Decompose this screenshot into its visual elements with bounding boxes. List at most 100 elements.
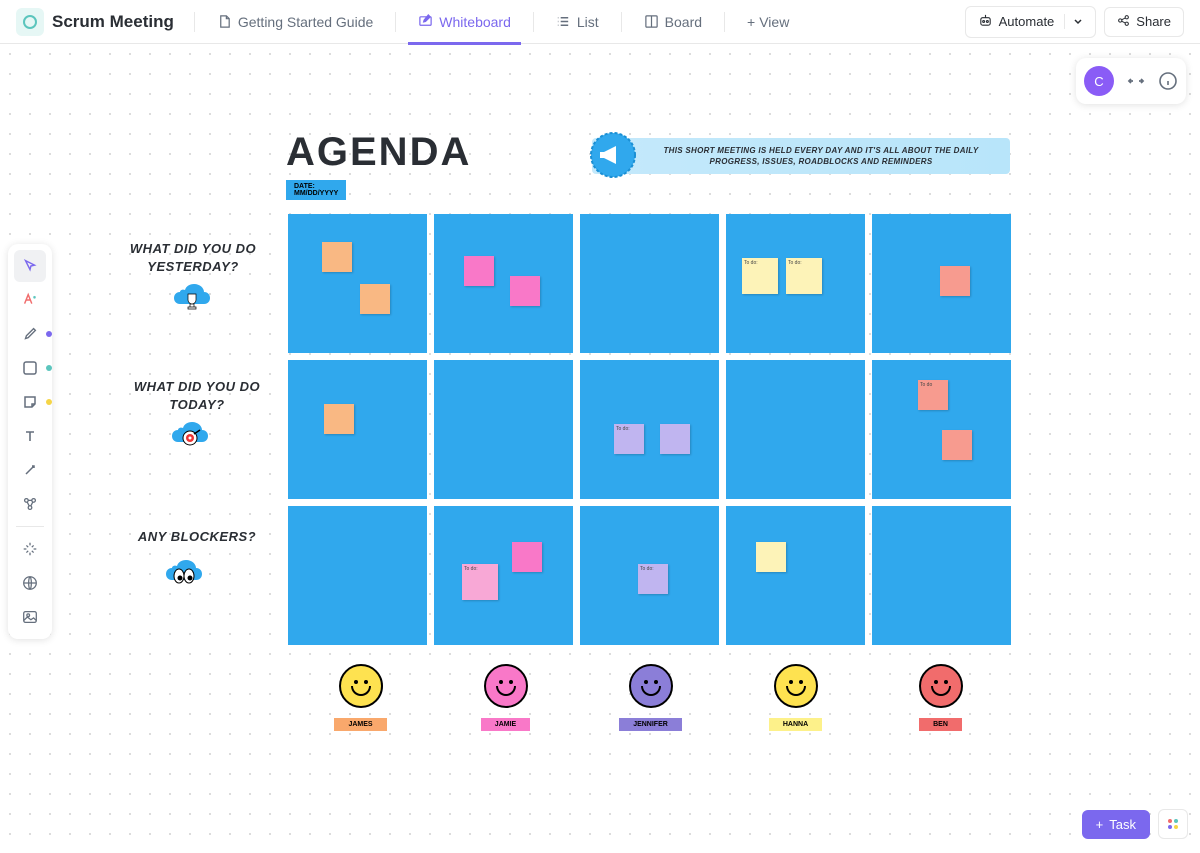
date-tag[interactable]: DATE: MM/DD/YYYY [286,180,346,200]
cell-r2-c3[interactable]: To do: [580,360,719,499]
sticky-note[interactable]: To do: [786,258,822,294]
whiteboard-canvas[interactable]: C AGENDA DATE: MM/DD/YYYY THIS SHORT MEE… [0,44,1200,853]
cell-r3-c3[interactable]: To do: [580,506,719,645]
name-tag: BEN [919,718,962,731]
connector-tool[interactable] [14,454,46,486]
smiley-icon [484,664,528,708]
eyes-badge-icon [162,556,206,596]
people-row: JAMES JAMIE JENNIFER HANNA BEN [288,664,1013,731]
trophy-badge-icon [170,280,214,320]
pen-tool[interactable] [14,318,46,350]
text-tool[interactable] [14,420,46,452]
target-badge-icon [168,418,212,458]
tab-getting-started[interactable]: Getting Started Guide [207,8,383,36]
sticky-note[interactable]: To do: [638,564,668,594]
info-button[interactable] [1158,71,1178,91]
page-title: Scrum Meeting [52,12,174,32]
sticky-note[interactable] [942,430,972,460]
cell-r3-c4[interactable] [726,506,865,645]
tab-label: List [577,14,599,30]
header: Scrum Meeting Getting Started Guide Whit… [0,0,1200,44]
name-tag: JENNIFER [619,718,682,731]
sticky-note-tool[interactable] [14,386,46,418]
tab-list[interactable]: List [546,8,609,36]
cell-r1-c2[interactable] [434,214,573,353]
name-tag: HANNA [769,718,822,731]
plus-icon: + [1096,817,1104,832]
row-label-blockers[interactable]: ANY BLOCKERS? [122,528,272,546]
cell-r1-c4[interactable]: To do: To do: [726,214,865,353]
sticky-note[interactable] [756,542,786,572]
row-label-today[interactable]: WHAT DID YOU DO TODAY? [122,378,272,414]
divider [621,12,622,32]
automate-button[interactable]: Automate [965,6,1097,38]
smiley-icon [339,664,383,708]
cell-r2-c2[interactable] [434,360,573,499]
person-hanna[interactable]: HANNA [723,664,868,731]
new-task-button[interactable]: + Task [1082,810,1150,839]
chevron-down-icon[interactable] [1064,14,1083,29]
person-ben[interactable]: BEN [868,664,1013,731]
list-icon [556,14,571,29]
image-tool[interactable] [14,601,46,633]
share-button[interactable]: Share [1104,7,1184,37]
sticky-note[interactable] [464,256,494,286]
banner[interactable]: THIS SHORT MEETING IS HELD EVERY DAY AND… [592,138,1010,174]
name-tag: JAMES [334,718,386,731]
tab-whiteboard[interactable]: Whiteboard [408,8,521,36]
sticky-note[interactable] [324,404,354,434]
avatar-letter: C [1094,74,1103,89]
cell-r3-c1[interactable] [288,506,427,645]
toolbar-separator [16,526,44,527]
robot-icon [978,13,993,31]
person-jamie[interactable]: JAMIE [433,664,578,731]
divider [194,12,195,32]
apps-button[interactable] [1158,809,1188,839]
automate-label: Automate [999,14,1055,29]
sticky-note[interactable]: To do: [742,258,778,294]
sticky-note[interactable] [510,276,540,306]
space-logo[interactable] [16,8,44,36]
row-label-yesterday[interactable]: WHAT DID YOU DO YESTERDAY? [118,240,268,276]
web-tool[interactable] [14,567,46,599]
fit-to-screen-button[interactable] [1126,71,1146,91]
cell-r2-c1[interactable] [288,360,427,499]
person-james[interactable]: JAMES [288,664,433,731]
sticky-note[interactable] [322,242,352,272]
cell-r1-c3[interactable] [580,214,719,353]
cell-r1-c1[interactable] [288,214,427,353]
shape-tool[interactable] [14,352,46,384]
add-view-button[interactable]: + View [737,8,799,36]
apps-grid-icon [1166,817,1180,831]
magic-tool[interactable] [14,533,46,565]
smiley-icon [774,664,818,708]
ai-tool[interactable] [14,284,46,316]
more-shapes-tool[interactable] [14,488,46,520]
sticky-note[interactable]: To do: [462,564,498,600]
cell-r3-c5[interactable] [872,506,1011,645]
canvas-controls-panel: C [1076,58,1186,104]
sticky-note[interactable] [360,284,390,314]
banner-text: THIS SHORT MEETING IS HELD EVERY DAY AND… [652,145,990,167]
doc-icon [217,14,232,29]
plus-icon: + [747,14,755,30]
board-icon [644,14,659,29]
user-avatar[interactable]: C [1084,66,1114,96]
cell-r2-c5[interactable]: To do [872,360,1011,499]
divider [395,12,396,32]
select-tool[interactable] [14,250,46,282]
cell-r1-c5[interactable] [872,214,1011,353]
person-jennifer[interactable]: JENNIFER [578,664,723,731]
cell-r3-c2[interactable]: To do: [434,506,573,645]
agenda-heading[interactable]: AGENDA [286,130,471,175]
tab-board[interactable]: Board [634,8,712,36]
sticky-note[interactable] [512,542,542,572]
sticky-note[interactable]: To do: [614,424,644,454]
sticky-note[interactable]: To do [918,380,948,410]
sticky-note[interactable] [940,266,970,296]
task-label: Task [1109,817,1136,832]
sticky-note[interactable] [660,424,690,454]
name-tag: JAMIE [481,718,530,731]
cell-r2-c4[interactable] [726,360,865,499]
share-label: Share [1136,14,1171,29]
